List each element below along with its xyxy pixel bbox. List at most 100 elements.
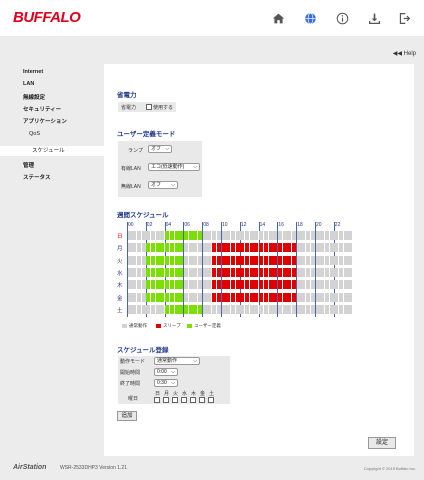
schedule-cell[interactable] [179, 243, 184, 253]
schedule-cell[interactable] [296, 231, 301, 240]
schedule-cell[interactable] [240, 267, 245, 277]
schedule-cell[interactable] [273, 267, 278, 277]
schedule-cell[interactable] [287, 267, 292, 277]
schedule-cell[interactable] [165, 304, 170, 314]
schedule-cell[interactable] [240, 280, 245, 290]
schedule-cell[interactable] [320, 280, 325, 290]
schedule-cell[interactable] [310, 304, 315, 314]
schedule-cell[interactable] [207, 304, 212, 314]
schedule-cell[interactable] [183, 280, 188, 290]
schedule-cell[interactable] [169, 267, 174, 277]
sidebar-item-lan[interactable]: LAN [23, 81, 34, 87]
schedule-cell[interactable] [277, 243, 282, 253]
schedule-cell[interactable] [287, 292, 292, 302]
schedule-cell[interactable] [320, 255, 325, 265]
schedule-cell[interactable] [188, 304, 193, 314]
schedule-cell[interactable] [301, 280, 306, 290]
schedule-cell[interactable] [334, 292, 339, 302]
schedule-cell[interactable] [132, 280, 137, 290]
schedule-cell[interactable] [221, 280, 226, 290]
dow-checkbox[interactable] [163, 397, 169, 403]
schedule-cell[interactable] [141, 280, 146, 290]
schedule-cell[interactable] [146, 292, 151, 302]
schedule-cell[interactable] [268, 280, 273, 290]
schedule-cell[interactable] [292, 231, 296, 240]
schedule-cell[interactable] [183, 267, 188, 277]
schedule-cell[interactable] [226, 280, 231, 290]
schedule-cell[interactable] [151, 292, 155, 302]
schedule-cell[interactable] [348, 267, 353, 277]
schedule-cell[interactable] [183, 255, 188, 265]
schedule-cell[interactable] [263, 255, 268, 265]
schedule-cell[interactable] [188, 280, 193, 290]
schedule-cell[interactable] [282, 255, 287, 265]
schedule-cell[interactable] [324, 280, 329, 290]
globe-icon[interactable] [302, 10, 318, 26]
schedule-cell[interactable] [202, 292, 207, 302]
schedule-cell[interactable] [306, 292, 311, 302]
schedule-cell[interactable] [155, 255, 160, 265]
schedule-cell[interactable] [165, 267, 170, 277]
schedule-cell[interactable] [329, 267, 334, 277]
schedule-cell[interactable] [188, 243, 193, 253]
schedule-cell[interactable] [151, 255, 155, 265]
schedule-cell[interactable] [230, 243, 235, 253]
schedule-cell[interactable] [226, 304, 231, 314]
schedule-cell[interactable] [339, 267, 343, 277]
schedule-cell[interactable] [343, 231, 348, 240]
schedule-cell[interactable] [216, 267, 221, 277]
dow-checkbox[interactable] [154, 397, 160, 403]
schedule-cell[interactable] [259, 280, 264, 290]
schedule-cell[interactable] [212, 292, 217, 302]
schedule-cell[interactable] [216, 292, 221, 302]
dow-checkbox[interactable] [172, 397, 178, 403]
schedule-cell[interactable] [249, 267, 254, 277]
schedule-cell[interactable] [230, 231, 235, 240]
schedule-cell[interactable] [254, 267, 259, 277]
schedule-cell[interactable] [136, 304, 141, 314]
schedule-cell[interactable] [202, 243, 207, 253]
dow-checkbox[interactable] [199, 397, 205, 403]
dow-checkbox[interactable] [190, 397, 196, 403]
schedule-cell[interactable] [315, 255, 320, 265]
schedule-cell[interactable] [310, 243, 315, 253]
schedule-cell[interactable] [310, 255, 315, 265]
schedule-cell[interactable] [193, 280, 198, 290]
schedule-cell[interactable] [183, 304, 188, 314]
schedule-cell[interactable] [169, 304, 174, 314]
schedule-cell[interactable] [282, 304, 287, 314]
schedule-cell[interactable] [160, 243, 165, 253]
schedule-cell[interactable] [221, 267, 226, 277]
schedule-cell[interactable] [174, 231, 179, 240]
schedule-cell[interactable] [320, 292, 325, 302]
schedule-cell[interactable] [282, 243, 287, 253]
schedule-cell[interactable] [165, 255, 170, 265]
schedule-cell[interactable] [169, 292, 174, 302]
schedule-cell[interactable] [240, 292, 245, 302]
schedule-cell[interactable] [277, 231, 282, 240]
schedule-cell[interactable] [292, 280, 296, 290]
schedule-cell[interactable] [254, 292, 259, 302]
schedule-cell[interactable] [324, 292, 329, 302]
schedule-cell[interactable] [254, 231, 259, 240]
schedule-cell[interactable] [277, 304, 282, 314]
schedule-cell[interactable] [198, 267, 202, 277]
schedule-cell[interactable] [259, 292, 264, 302]
schedule-cell[interactable] [179, 231, 184, 240]
schedule-cell[interactable] [216, 255, 221, 265]
schedule-cell[interactable] [306, 255, 311, 265]
schedule-cell[interactable] [127, 280, 132, 290]
schedule-cell[interactable] [315, 267, 320, 277]
schedule-cell[interactable] [254, 255, 259, 265]
schedule-cell[interactable] [141, 292, 146, 302]
schedule-cell[interactable] [249, 255, 254, 265]
sidebar-item-admin[interactable]: 管理 [23, 161, 34, 169]
schedule-cell[interactable] [339, 231, 343, 240]
info-icon[interactable] [334, 10, 350, 26]
schedule-cell[interactable] [348, 231, 353, 240]
schedule-cell[interactable] [306, 280, 311, 290]
schedule-cell[interactable] [193, 292, 198, 302]
schedule-cell[interactable] [188, 255, 193, 265]
schedule-cell[interactable] [146, 304, 151, 314]
schedule-cell[interactable] [179, 304, 184, 314]
